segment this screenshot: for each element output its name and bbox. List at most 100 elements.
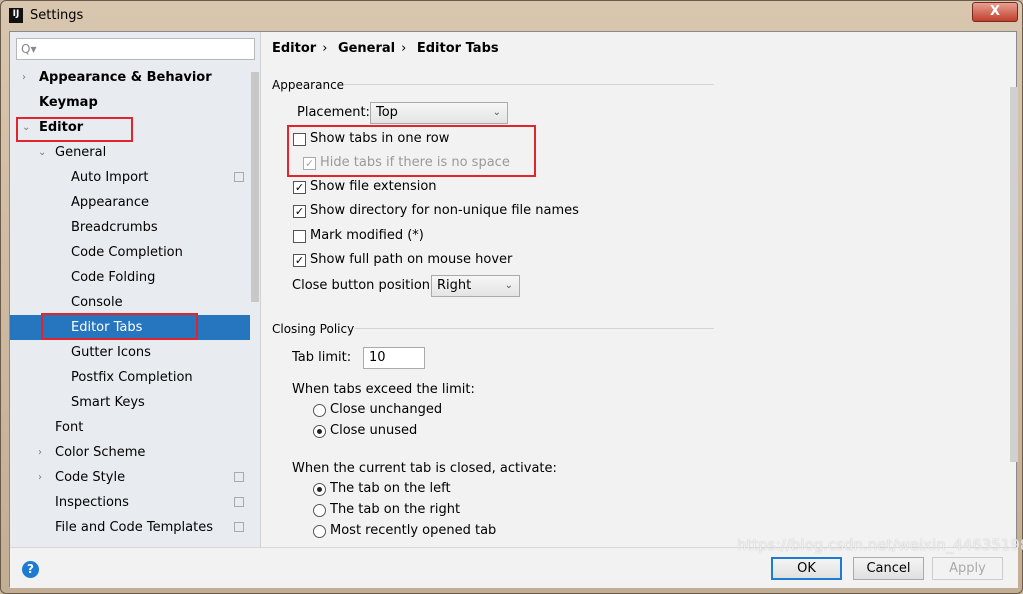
chevron-down-icon: ⌄: [504, 280, 513, 291]
chevron-right-icon[interactable]: ›: [38, 440, 42, 465]
tab-limit-input[interactable]: 10: [363, 347, 425, 369]
sidebar-item-label: Breadcrumbs: [71, 220, 158, 235]
tab-on-right-label[interactable]: The tab on the right: [330, 502, 460, 517]
breadcrumb-item: Editor Tabs: [416, 41, 499, 56]
breadcrumb-item[interactable]: General: [338, 41, 395, 56]
sidebar-item[interactable]: Console: [10, 290, 250, 315]
sidebar-item[interactable]: Postfix Completion: [10, 365, 250, 390]
panel-scrollbar[interactable]: [1010, 87, 1018, 462]
sidebar-item[interactable]: Appearance: [10, 190, 250, 215]
sidebar-item[interactable]: Keymap: [10, 90, 250, 115]
show-file-extension-checkbox[interactable]: ✓: [293, 181, 306, 194]
sidebar-item-label: Font: [55, 420, 84, 435]
intellij-icon: IJ: [9, 8, 23, 23]
divider: [355, 328, 714, 329]
sidebar-item-label: Smart Keys: [71, 395, 145, 410]
close-unchanged-radio[interactable]: [313, 404, 326, 417]
chevron-down-icon[interactable]: ⌄: [38, 140, 46, 165]
sidebar-scrollbar[interactable]: [251, 72, 259, 302]
sidebar-item-label: Code Folding: [71, 270, 156, 285]
breadcrumb-item[interactable]: Editor: [272, 41, 316, 56]
breadcrumb: Editor › General › Editor Tabs: [272, 41, 505, 56]
sidebar-item-label: Appearance: [71, 195, 150, 210]
tab-on-left-label[interactable]: The tab on the left: [330, 481, 451, 496]
chevron-right-icon[interactable]: ›: [38, 465, 42, 490]
section-closing-policy: Closing Policy: [272, 322, 355, 336]
watermark: https://blog.csdn.net/weixin_44635198: [737, 536, 1023, 554]
show-full-path-label[interactable]: Show full path on mouse hover: [310, 252, 512, 267]
tab-on-right-radio[interactable]: [313, 504, 326, 517]
cancel-button[interactable]: Cancel: [853, 557, 924, 580]
title-bar: IJ Settings X: [1, 1, 1023, 31]
mark-modified-checkbox[interactable]: [293, 230, 306, 243]
sidebar-item[interactable]: Code Folding: [10, 265, 250, 290]
chevron-right-icon[interactable]: ›: [22, 65, 26, 90]
help-button[interactable]: ?: [22, 561, 39, 578]
sidebar-item-label: Inspections: [55, 495, 129, 510]
highlight-box-editor-tabs: [41, 313, 198, 340]
divider: [344, 84, 714, 85]
highlight-box-editor: [16, 117, 133, 142]
apply-button: Apply: [932, 557, 1003, 580]
project-settings-icon: [234, 522, 244, 532]
sidebar-item-label: Code Completion: [71, 245, 183, 260]
sidebar-item[interactable]: Smart Keys: [10, 390, 250, 415]
most-recent-radio[interactable]: [313, 525, 326, 538]
highlight-box-tabs-options: [287, 125, 536, 177]
show-full-path-checkbox[interactable]: ✓: [293, 254, 306, 267]
show-directory-label[interactable]: Show directory for non-unique file names: [310, 203, 579, 218]
placement-dropdown[interactable]: Top ⌄: [370, 102, 508, 124]
sidebar-item-label: Auto Import: [71, 170, 149, 185]
tab-on-left-radio[interactable]: [313, 483, 326, 496]
sidebar-item[interactable]: Font: [10, 415, 250, 440]
project-settings-icon: [234, 497, 244, 507]
dialog-body: Q▾ › Appearance & Behavior Keymap ⌄ Editor ⌄ G…: [9, 31, 1018, 588]
editor-tabs-panel: Editor › General › Editor Tabs Appearance …: [262, 32, 1018, 547]
sidebar-item[interactable]: Code Completion: [10, 240, 250, 265]
sidebar-item-label: Gutter Icons: [71, 345, 151, 360]
sidebar-item[interactable]: › Code Style: [10, 465, 250, 490]
sidebar-item-label: Keymap: [39, 95, 98, 110]
show-directory-checkbox[interactable]: ✓: [293, 205, 306, 218]
most-recent-label[interactable]: Most recently opened tab: [330, 523, 496, 538]
chevron-down-icon: ⌄: [492, 107, 501, 118]
settings-search-input[interactable]: Q▾: [16, 38, 255, 60]
sidebar-item-label: Color Scheme: [55, 445, 146, 460]
breadcrumb-separator: ›: [322, 41, 328, 56]
sidebar-item[interactable]: Auto Import: [10, 165, 250, 190]
sidebar-item[interactable]: File and Code Templates: [10, 515, 250, 540]
window-title: Settings: [30, 8, 84, 23]
breadcrumb-separator: ›: [401, 41, 407, 56]
show-file-extension-label[interactable]: Show file extension: [310, 179, 437, 194]
close-button-position-value: Right: [437, 278, 472, 293]
sidebar-item[interactable]: › Appearance & Behavior: [10, 65, 250, 90]
mark-modified-label[interactable]: Mark modified (*): [310, 228, 424, 243]
tab-limit-label: Tab limit:: [292, 350, 352, 365]
settings-sidebar: Q▾ › Appearance & Behavior Keymap ⌄ Editor ⌄ G…: [10, 32, 261, 547]
placement-value: Top: [376, 105, 398, 120]
close-unused-radio[interactable]: [313, 425, 326, 438]
close-unused-label[interactable]: Close unused: [330, 423, 417, 438]
sidebar-item[interactable]: › Color Scheme: [10, 440, 250, 465]
close-window-button[interactable]: X: [972, 2, 1018, 22]
section-appearance: Appearance: [272, 78, 345, 92]
sidebar-item-label: Postfix Completion: [71, 370, 193, 385]
project-settings-icon: [234, 472, 244, 482]
sidebar-item[interactable]: Gutter Icons: [10, 340, 250, 365]
close-button-position-label: Close button position:: [292, 278, 435, 293]
sidebar-item[interactable]: Inspections: [10, 490, 250, 515]
sidebar-item-label: Code Style: [55, 470, 126, 485]
sidebar-item-label: General: [55, 145, 107, 160]
tab-closed-label: When the current tab is closed, activate…: [292, 461, 557, 476]
placement-label: Placement:: [297, 105, 370, 120]
sidebar-item-label: File and Code Templates: [55, 520, 213, 535]
close-button-position-dropdown[interactable]: Right ⌄: [431, 275, 520, 297]
ok-button[interactable]: OK: [771, 557, 842, 580]
sidebar-item[interactable]: Breadcrumbs: [10, 215, 250, 240]
sidebar-item-label: Console: [71, 295, 123, 310]
project-settings-icon: [234, 172, 244, 182]
close-unchanged-label[interactable]: Close unchanged: [330, 402, 442, 417]
settings-window: IJ Settings X Q▾ › Appearance & Behavior K…: [0, 0, 1023, 594]
sidebar-item-label: Appearance & Behavior: [39, 70, 212, 85]
sidebar-item[interactable]: ⌄ General: [10, 140, 250, 165]
